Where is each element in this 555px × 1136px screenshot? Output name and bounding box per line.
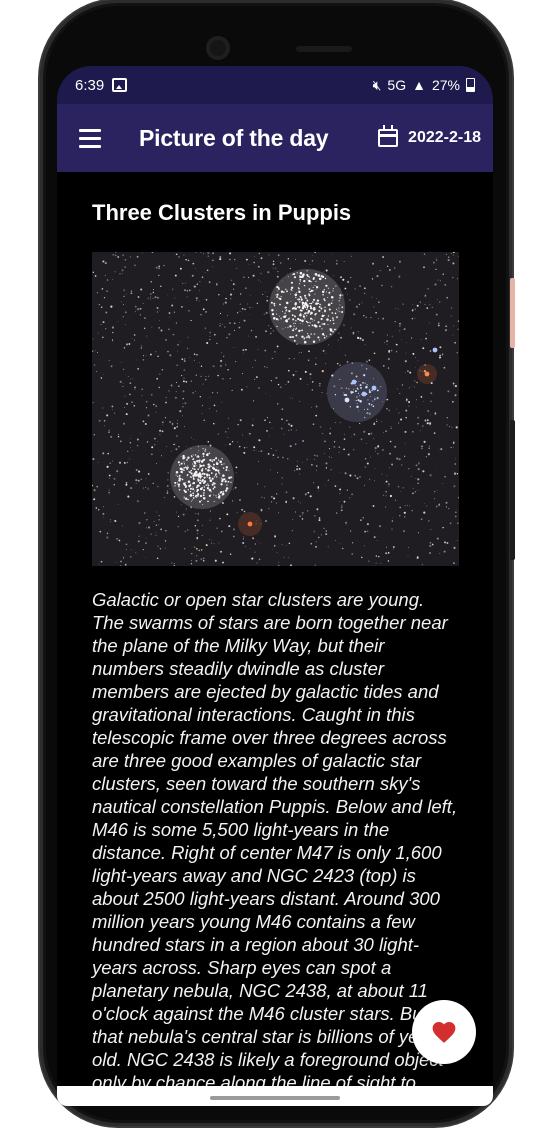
front-camera <box>206 36 230 60</box>
star-cluster-photo <box>92 252 459 566</box>
mute-icon: 🔇︎ <box>372 76 382 93</box>
selected-date[interactable]: 2022-2-18 <box>408 129 481 147</box>
gallery-notification-icon <box>112 78 128 92</box>
system-nav-bar <box>57 1086 493 1106</box>
battery-icon <box>466 78 475 92</box>
signal-icon: ▲ <box>412 77 426 93</box>
post-description: Galactic or open star clusters are young… <box>92 589 458 1106</box>
status-time: 6:39 <box>75 76 105 94</box>
app-title: Picture of the day <box>139 124 329 151</box>
earpiece-speaker <box>296 46 352 52</box>
app-bar: Picture of the day 2022-2-18 <box>57 104 493 172</box>
menu-icon[interactable] <box>79 128 101 148</box>
volume-button <box>510 278 515 348</box>
power-button <box>510 420 515 560</box>
screen: 6:39 🔇︎ 5G ▲ 27% Picture of the day 2022… <box>57 66 493 1106</box>
status-right: 🔇︎ 5G ▲ 27% <box>373 77 475 94</box>
content-scroll[interactable]: Three Clusters in Puppis Galactic or ope… <box>57 172 493 1106</box>
calendar-icon[interactable] <box>378 125 399 147</box>
apod-image[interactable] <box>92 252 459 566</box>
status-left: 6:39 <box>75 76 128 94</box>
date-picker-button[interactable]: 2022-2-18 <box>378 104 481 172</box>
home-indicator[interactable] <box>210 1096 340 1100</box>
post-title: Three Clusters in Puppis <box>92 200 352 225</box>
heart-icon[interactable] <box>431 1020 457 1044</box>
battery-percent: 27% <box>431 77 460 93</box>
network-label: 5G <box>387 77 407 93</box>
status-bar: 6:39 🔇︎ 5G ▲ 27% <box>57 66 493 104</box>
favorite-button[interactable] <box>412 1000 476 1064</box>
